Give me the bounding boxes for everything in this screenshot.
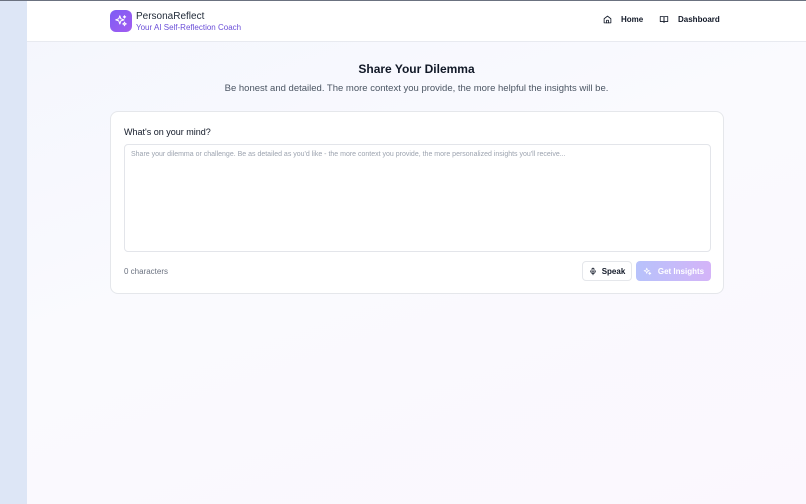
dilemma-card: What's on your mind? 0 characters Speak … bbox=[110, 111, 724, 294]
page-title: Share Your Dilemma bbox=[358, 62, 475, 76]
dilemma-field-label: What's on your mind? bbox=[124, 127, 211, 137]
left-sidebar-strip bbox=[0, 1, 27, 504]
top-header: PersonaReflect Your AI Self-Reflection C… bbox=[27, 1, 806, 42]
dilemma-textarea[interactable] bbox=[124, 144, 711, 252]
sparkles-icon bbox=[643, 267, 652, 275]
speak-button[interactable]: Speak bbox=[582, 261, 632, 281]
nav-home-label: Home bbox=[621, 15, 644, 24]
get-insights-label: Get Insights bbox=[657, 266, 705, 276]
speak-button-label: Speak bbox=[601, 266, 626, 276]
page-subtitle: Be honest and detailed. The more context… bbox=[224, 83, 609, 94]
nav-home-link[interactable]: Home bbox=[603, 15, 643, 24]
sparkles-logo-icon[interactable] bbox=[110, 10, 132, 32]
nav-dashboard-label: Dashboard bbox=[678, 15, 720, 24]
microphone-icon bbox=[589, 267, 596, 275]
home-icon bbox=[603, 15, 612, 24]
character-count: 0 characters bbox=[124, 267, 169, 276]
app-container: PersonaReflect Your AI Self-Reflection C… bbox=[27, 1, 806, 504]
brand-title: PersonaReflect bbox=[136, 11, 205, 22]
nav-dashboard-link[interactable]: Dashboard bbox=[659, 15, 720, 24]
get-insights-button[interactable]: Get Insights bbox=[636, 261, 711, 281]
book-open-icon bbox=[659, 16, 669, 23]
brand-subtitle: Your AI Self-Reflection Coach bbox=[136, 23, 242, 32]
